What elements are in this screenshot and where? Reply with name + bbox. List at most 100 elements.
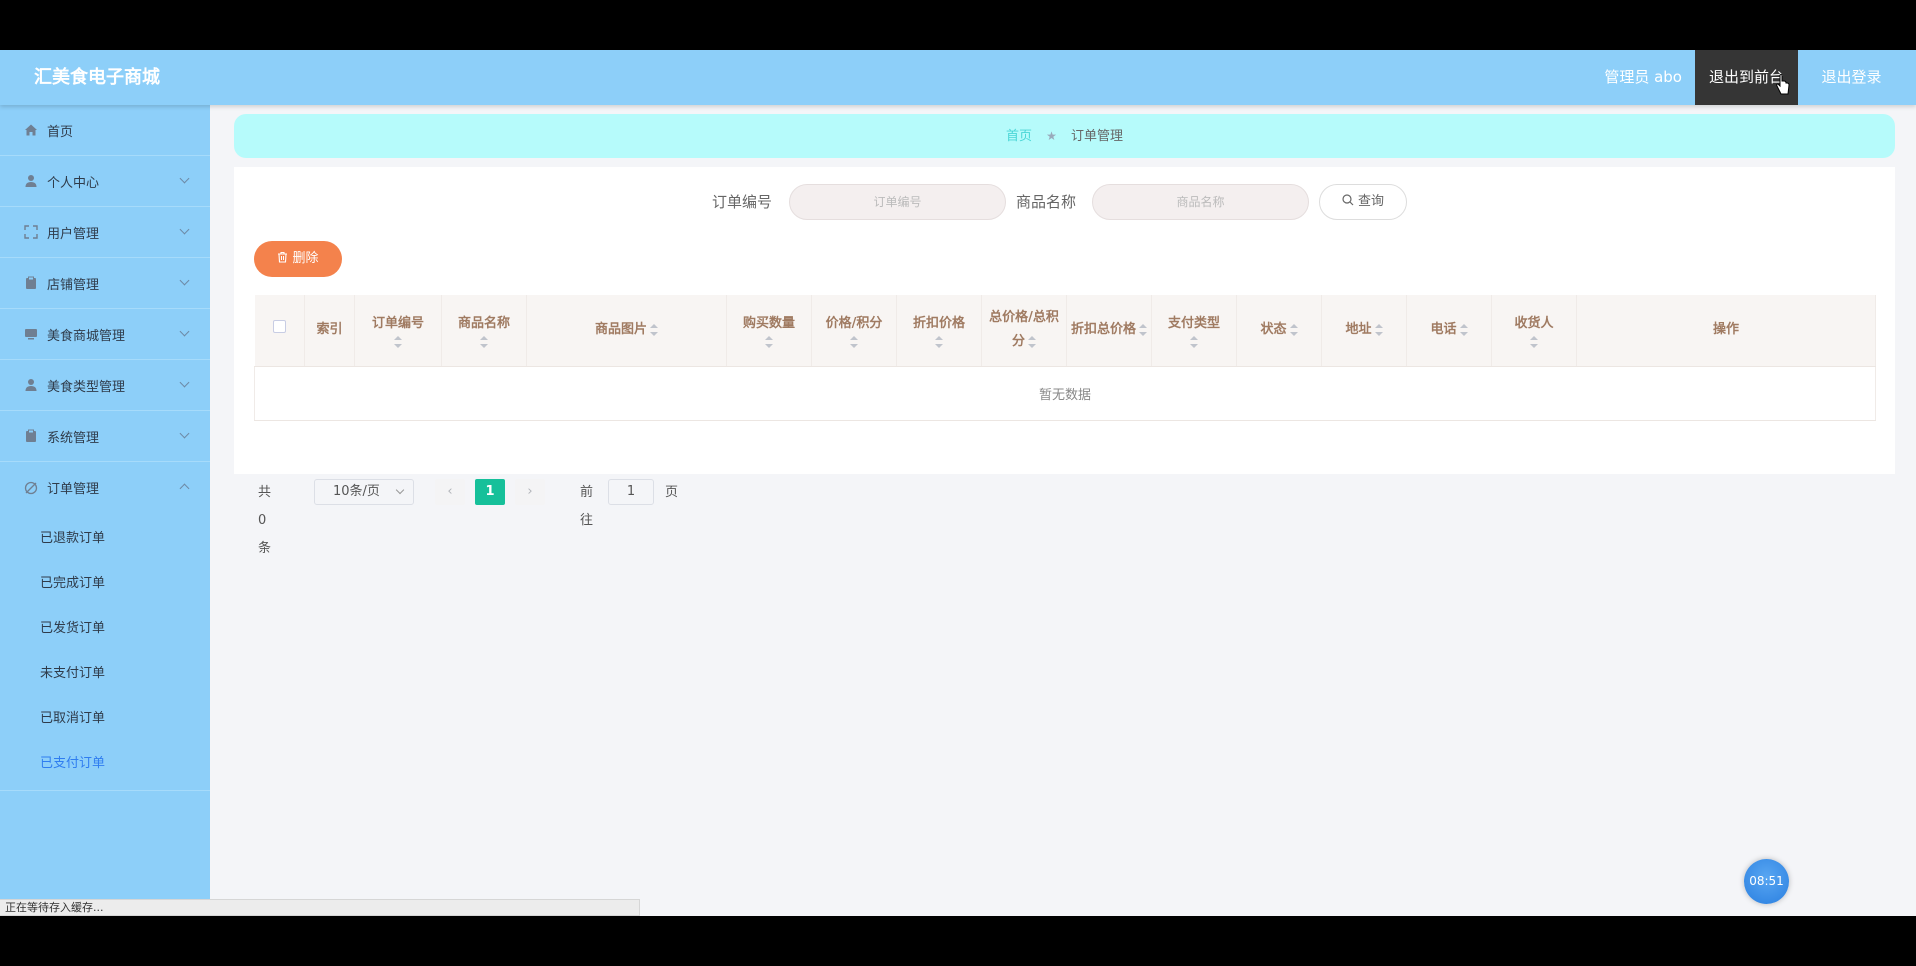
sort-icon[interactable] bbox=[1289, 323, 1298, 336]
clipboard-icon bbox=[24, 276, 38, 290]
product-name-label: 商品名称 bbox=[1016, 193, 1077, 211]
sort-icon[interactable] bbox=[850, 336, 858, 349]
empty-state-text: 暂无数据 bbox=[254, 366, 1876, 421]
expand-icon bbox=[24, 225, 38, 239]
sidebar-item-user-management[interactable]: 用户管理 bbox=[0, 207, 210, 258]
breadcrumb: 首页 ★ 订单管理 bbox=[234, 114, 1895, 158]
content-panel: 订单编号 订单编号 商品名称 商品名称 查询 删除 索引 订单编号 商品名称 商… bbox=[234, 167, 1895, 556]
total-count: 共 0 条 bbox=[258, 485, 272, 556]
col-product-name[interactable]: 商品名称 bbox=[441, 295, 527, 367]
order-submenu: 已退款订单 已完成订单 已发货订单 未支付订单 已取消订单 已支付订单 bbox=[0, 513, 210, 791]
sidebar-subitem-shipped-orders[interactable]: 已发货订单 bbox=[0, 606, 210, 651]
sort-icon[interactable] bbox=[1190, 336, 1198, 349]
user-icon bbox=[24, 174, 38, 188]
app-screen: 汇美食电子商城 管理员 abo 退出到前台 退出登录 首页 个人中心 用户管理 bbox=[0, 50, 1916, 916]
col-total-price-points[interactable]: 总价格/总积分 bbox=[981, 295, 1067, 367]
prev-page-button[interactable]: ‹ bbox=[435, 479, 465, 505]
sort-icon[interactable] bbox=[394, 336, 402, 349]
sort-icon[interactable] bbox=[1139, 323, 1148, 336]
sidebar-subitem-unpaid-orders[interactable]: 未支付订单 bbox=[0, 651, 210, 696]
col-address[interactable]: 地址 bbox=[1321, 295, 1407, 367]
sort-icon[interactable] bbox=[1028, 335, 1036, 348]
sort-icon[interactable] bbox=[765, 336, 773, 349]
table-header-row: 索引 订单编号 商品名称 商品图片 购买数量 价格/积分 折扣价格 总价格/总积… bbox=[254, 295, 1876, 367]
sort-icon[interactable] bbox=[1530, 336, 1538, 349]
home-icon bbox=[24, 123, 38, 137]
col-index: 索引 bbox=[304, 295, 355, 367]
col-receiver[interactable]: 收货人 bbox=[1491, 295, 1577, 367]
sidebar-item-label: 美食类型管理 bbox=[47, 379, 126, 395]
sidebar-item-label: 首页 bbox=[47, 124, 74, 140]
sidebar-subitem-refunded-orders[interactable]: 已退款订单 bbox=[0, 516, 210, 561]
sort-icon[interactable] bbox=[480, 336, 488, 349]
admin-label: 管理员 abo bbox=[1604, 68, 1682, 86]
trash-icon bbox=[278, 251, 288, 263]
col-product-image[interactable]: 商品图片 bbox=[526, 295, 727, 367]
page-number-current[interactable]: 1 bbox=[475, 479, 505, 505]
chevron-down-icon bbox=[179, 173, 190, 184]
page-suffix: 页 bbox=[665, 485, 679, 500]
sort-icon[interactable] bbox=[935, 336, 943, 349]
sidebar-item-food-type-management[interactable]: 美食类型管理 bbox=[0, 360, 210, 411]
search-form: 订单编号 订单编号 商品名称 商品名称 查询 bbox=[234, 184, 1895, 220]
order-no-input[interactable]: 订单编号 bbox=[789, 184, 1006, 220]
breadcrumb-current: 订单管理 bbox=[1071, 129, 1124, 144]
top-header: 汇美食电子商城 管理员 abo 退出到前台 退出登录 bbox=[0, 50, 1916, 105]
goto-page-input[interactable]: 1 bbox=[608, 479, 654, 505]
sidebar-item-label: 用户管理 bbox=[47, 226, 100, 242]
col-actions: 操作 bbox=[1576, 295, 1876, 367]
sidebar-item-shop-management[interactable]: 店铺管理 bbox=[0, 258, 210, 309]
col-price-points[interactable]: 价格/积分 bbox=[811, 295, 897, 367]
floating-clock-widget[interactable]: 08:51 bbox=[1744, 859, 1789, 904]
col-quantity[interactable]: 购买数量 bbox=[726, 295, 812, 367]
sidebar-item-order-management[interactable]: 订单管理 bbox=[0, 462, 210, 513]
query-button[interactable]: 查询 bbox=[1319, 184, 1407, 220]
col-payment-type[interactable]: 支付类型 bbox=[1151, 295, 1237, 367]
product-name-input[interactable]: 商品名称 bbox=[1092, 184, 1309, 220]
sort-icon[interactable] bbox=[1459, 323, 1468, 336]
sidebar-subitem-paid-orders[interactable]: 已支付订单 bbox=[0, 741, 210, 786]
sidebar-item-label: 系统管理 bbox=[47, 430, 100, 446]
brand-title: 汇美食电子商城 bbox=[34, 67, 160, 88]
delete-label: 删除 bbox=[292, 251, 319, 266]
page-size-select[interactable]: 10条/页 bbox=[314, 479, 414, 505]
col-discount-price[interactable]: 折扣价格 bbox=[896, 295, 982, 367]
clipboard-icon bbox=[24, 429, 38, 443]
chevron-down-icon bbox=[179, 428, 190, 439]
query-label: 查询 bbox=[1357, 194, 1384, 209]
col-order-no[interactable]: 订单编号 bbox=[354, 295, 442, 367]
chevron-down-icon bbox=[179, 275, 190, 286]
sort-icon[interactable] bbox=[1374, 323, 1383, 336]
next-page-button[interactable]: › bbox=[515, 479, 545, 505]
sidebar-subitem-completed-orders[interactable]: 已完成订单 bbox=[0, 561, 210, 606]
orders-table: 索引 订单编号 商品名称 商品图片 购买数量 价格/积分 折扣价格 总价格/总积… bbox=[254, 295, 1876, 421]
sidebar-item-personal-center[interactable]: 个人中心 bbox=[0, 156, 210, 207]
col-status[interactable]: 状态 bbox=[1236, 295, 1322, 367]
col-discount-total[interactable]: 折扣总价格 bbox=[1066, 295, 1152, 367]
sidebar-item-label: 店铺管理 bbox=[47, 277, 100, 293]
table-row: 暂无数据 bbox=[254, 366, 1876, 421]
sidebar-item-label: 订单管理 bbox=[47, 482, 100, 497]
goto-label: 前往 bbox=[580, 485, 594, 528]
star-separator-icon: ★ bbox=[1046, 129, 1057, 143]
delete-button[interactable]: 删除 bbox=[254, 241, 342, 277]
sidebar-item-food-mall-management[interactable]: 美食商城管理 bbox=[0, 309, 210, 360]
chevron-down-icon bbox=[179, 377, 190, 388]
sidebar-subitem-cancelled-orders[interactable]: 已取消订单 bbox=[0, 696, 210, 741]
browser-status-bar: 正在等待存入缓存... bbox=[0, 899, 640, 916]
sort-icon[interactable] bbox=[650, 323, 658, 336]
page-size-value: 10条/页 bbox=[333, 484, 380, 499]
breadcrumb-home-link[interactable]: 首页 bbox=[1006, 129, 1032, 144]
search-icon bbox=[1342, 194, 1354, 206]
hand-cursor-icon bbox=[1776, 74, 1790, 95]
col-phone[interactable]: 电话 bbox=[1406, 295, 1492, 367]
chevron-up-icon bbox=[179, 483, 190, 494]
order-no-label: 订单编号 bbox=[712, 193, 773, 211]
sidebar-item-home[interactable]: 首页 bbox=[0, 105, 210, 156]
select-all-cell bbox=[254, 295, 305, 367]
sidebar-item-system-management[interactable]: 系统管理 bbox=[0, 411, 210, 462]
sidebar: 首页 个人中心 用户管理 店铺管理 美食商城管理 美食类型管理 系统管理 订单管… bbox=[0, 105, 210, 916]
logout-button[interactable]: 退出登录 bbox=[1804, 50, 1899, 105]
select-all-checkbox[interactable] bbox=[272, 320, 286, 334]
chevron-down-icon bbox=[179, 224, 190, 235]
